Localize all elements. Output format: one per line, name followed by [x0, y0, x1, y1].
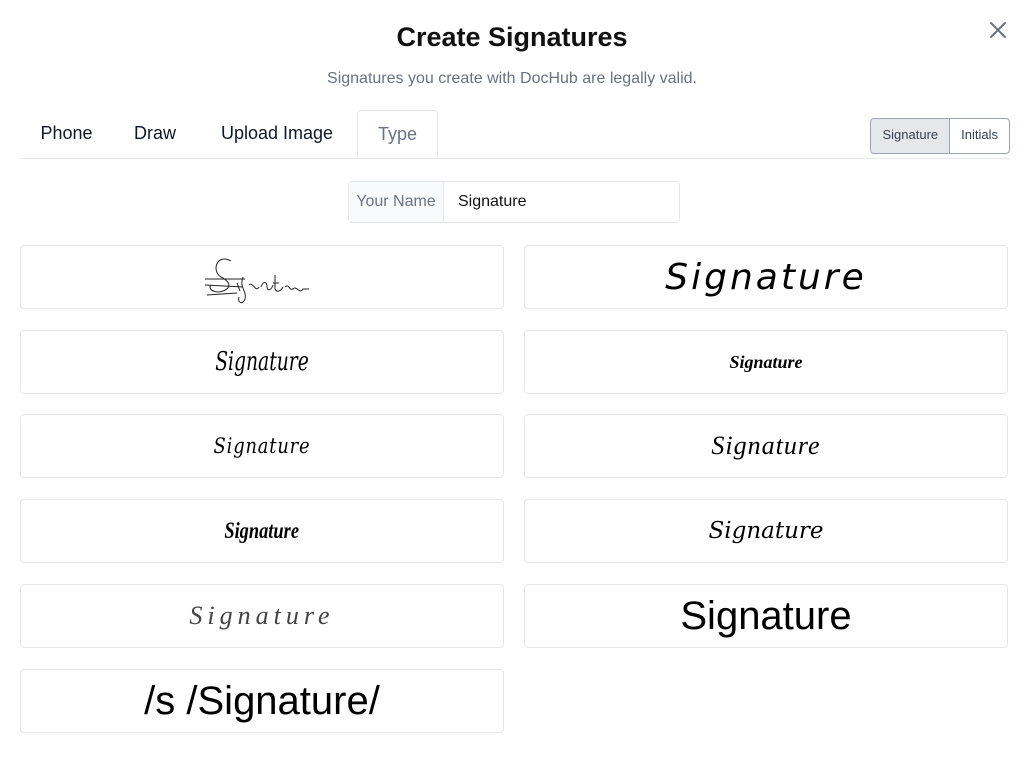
tab-phone[interactable]: Phone — [20, 110, 113, 157]
signature-option-6[interactable]: Signature — [524, 414, 1008, 478]
signature-option-4[interactable]: Signature — [524, 330, 1008, 394]
signature-preview-text: Signature — [708, 518, 824, 544]
signature-initials-toggle: Signature Initials — [870, 118, 1010, 154]
signature-preview-text: Signature — [711, 431, 821, 460]
signature-preview-text: Signature — [729, 351, 803, 372]
signature-preview-text: Signature — [224, 518, 300, 543]
signature-preview-text: Signature — [215, 347, 309, 377]
signature-option-5[interactable]: Signature — [20, 414, 504, 478]
signature-method-tabs: Phone Draw Upload Image Type — [20, 110, 1010, 159]
signature-option-7[interactable]: Signature — [20, 499, 504, 563]
close-icon[interactable] — [986, 18, 1010, 42]
initials-toggle-button[interactable]: Initials — [950, 119, 1009, 153]
signature-option-10[interactable]: Signature — [524, 584, 1008, 648]
signature-toggle-button[interactable]: Signature — [871, 119, 951, 153]
signature-preview-text: Signature — [680, 593, 852, 638]
signature-preview-text: Signature — [665, 256, 867, 298]
signature-option-2[interactable]: Signature — [524, 245, 1008, 309]
signature-preview-text: Signature — [189, 601, 335, 630]
tab-upload-image[interactable]: Upload Image — [202, 110, 352, 157]
signature-option-8[interactable]: Signature — [524, 499, 1008, 563]
signature-option-9[interactable]: Signature — [20, 584, 504, 648]
your-name-label: Your Name — [349, 182, 444, 222]
signature-preview-text: Signature — [213, 434, 311, 458]
signature-sketch-graphic — [204, 258, 309, 304]
signature-option-3[interactable]: Signature — [20, 330, 504, 394]
dialog-title: Create Signatures — [396, 22, 628, 52]
dialog-subtitle: Signatures you create with DocHub are le… — [327, 70, 697, 87]
tab-type[interactable]: Type — [357, 110, 438, 158]
your-name-field: Your Name — [348, 181, 680, 223]
signature-option-1[interactable] — [20, 245, 504, 309]
your-name-input[interactable] — [444, 182, 679, 222]
signature-preview-text: /s /Signature/ — [144, 678, 380, 723]
tab-draw[interactable]: Draw — [117, 110, 193, 157]
signature-option-11[interactable]: /s /Signature/ — [20, 669, 504, 733]
